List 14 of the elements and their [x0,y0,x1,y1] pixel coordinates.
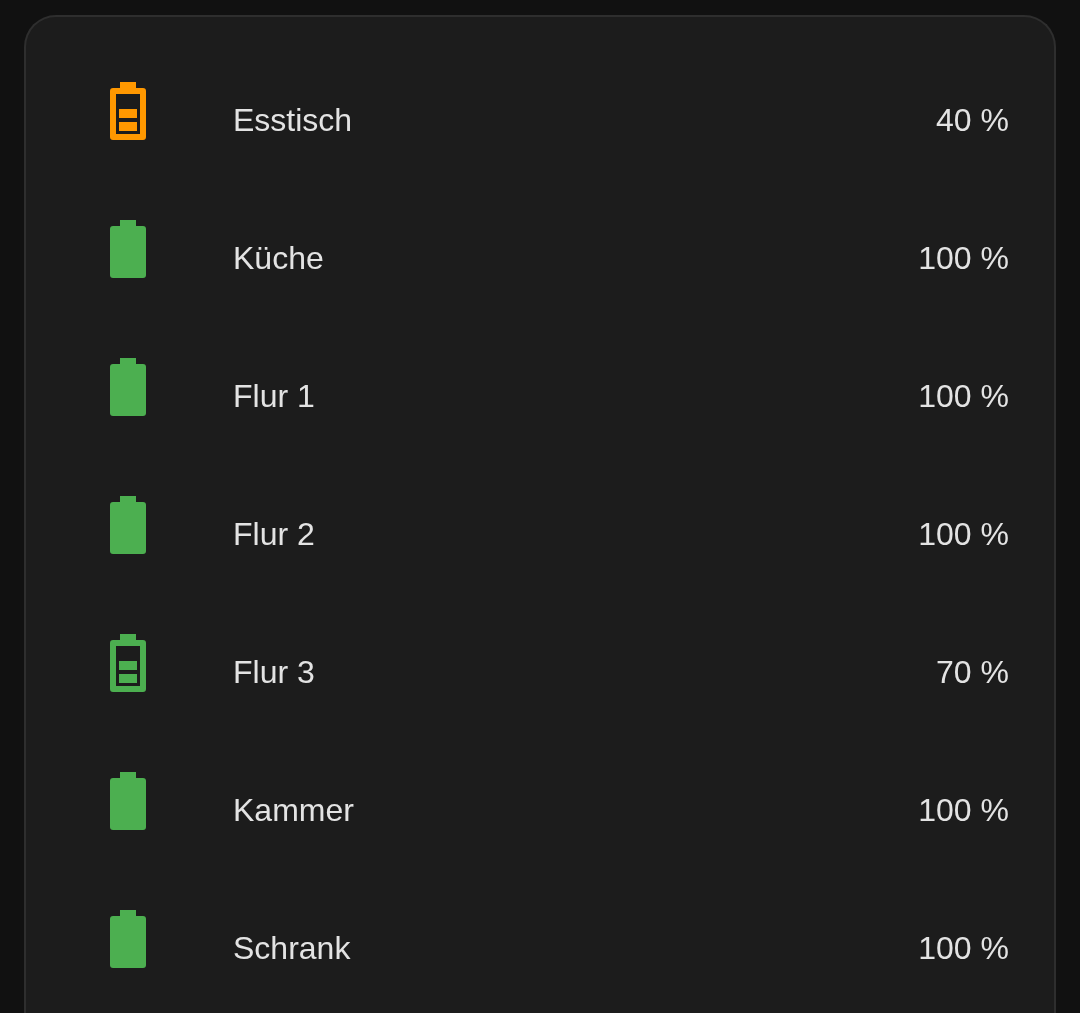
device-name: Schrank [233,929,352,968]
battery-percentage: 100 % [918,791,1009,830]
battery-percentage: 100 % [918,515,1009,554]
device-name: Flur 2 [233,515,316,554]
device-name: Küche [233,239,325,278]
battery-percentage: 70 % [936,653,1009,692]
device-name: Flur 3 [233,653,316,692]
battery-percentage: 100 % [918,239,1009,278]
battery-percentage: 40 % [936,101,1009,140]
battery-percentage: 100 % [918,929,1009,968]
device-name: Kammer [233,791,355,830]
battery-percentage: 100 % [918,377,1009,416]
device-name: Flur 1 [233,377,316,416]
device-name: Esstisch [233,101,354,140]
